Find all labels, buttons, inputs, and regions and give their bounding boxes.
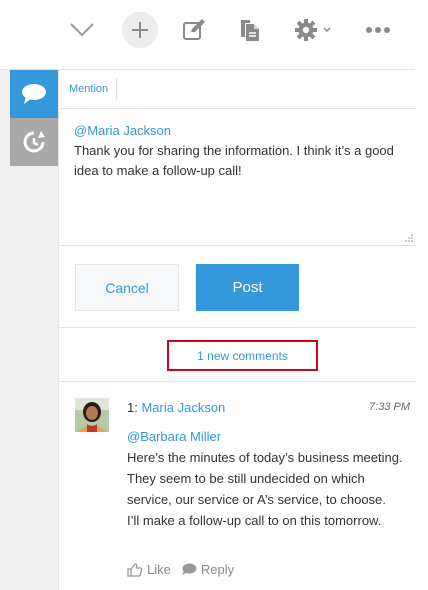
comment-line: Here’s the minutes of today’s business m… xyxy=(127,450,403,465)
comment-editor[interactable]: @Maria Jackson Thank you for sharing the… xyxy=(59,108,416,246)
comment-header: 1: Maria Jackson xyxy=(127,400,225,415)
comment-time: 7:33 PM xyxy=(369,401,410,413)
more-icon[interactable] xyxy=(360,12,396,48)
resize-grip-icon[interactable] xyxy=(404,233,414,243)
mention-button[interactable]: Mention xyxy=(69,78,118,100)
new-comments-link[interactable]: 1 new comments xyxy=(167,340,318,371)
comment-body: @Barbara Miller Here’s the minutes of to… xyxy=(127,426,409,531)
gear-icon[interactable] xyxy=(288,12,338,48)
chevron-down-icon[interactable] xyxy=(64,12,100,48)
history-tab[interactable] xyxy=(10,118,58,166)
plus-icon[interactable] xyxy=(122,12,158,48)
reply-button[interactable]: Reply xyxy=(181,562,234,577)
comment-line: I’ll make a follow-up call to on this to… xyxy=(127,513,382,528)
speech-bubble-icon xyxy=(181,563,197,575)
editor-text: Thank you for sharing the information. I… xyxy=(74,143,394,178)
comments-tab[interactable] xyxy=(10,70,58,118)
comment-number: 1: xyxy=(127,400,138,415)
comment-line: They seem to be still undecided on which… xyxy=(127,471,386,507)
edit-icon[interactable] xyxy=(176,12,212,48)
speech-bubble-icon xyxy=(22,84,46,104)
copy-document-icon[interactable] xyxy=(232,12,268,48)
reply-label: Reply xyxy=(200,562,235,577)
toolbar xyxy=(0,0,415,70)
history-icon xyxy=(23,131,45,153)
like-label: Like xyxy=(147,562,171,577)
avatar[interactable] xyxy=(75,398,109,432)
like-button[interactable]: Like xyxy=(127,562,171,577)
thumbs-up-icon xyxy=(127,562,143,577)
comment-item: 1: Maria Jackson 7:33 PM @Barbara Miller… xyxy=(59,382,416,590)
comment-mention[interactable]: @Barbara Miller xyxy=(127,426,409,447)
editor-mention: @Maria Jackson xyxy=(74,123,172,138)
comment-actions: Like Reply xyxy=(127,562,244,577)
post-button[interactable]: Post xyxy=(196,264,299,311)
comment-panel: Mention @Maria Jackson Thank you for sha… xyxy=(58,70,416,590)
cancel-button[interactable]: Cancel xyxy=(75,264,179,311)
editor-toolbar: Mention xyxy=(59,70,416,108)
comment-author[interactable]: Maria Jackson xyxy=(141,400,225,415)
divider xyxy=(59,327,416,328)
